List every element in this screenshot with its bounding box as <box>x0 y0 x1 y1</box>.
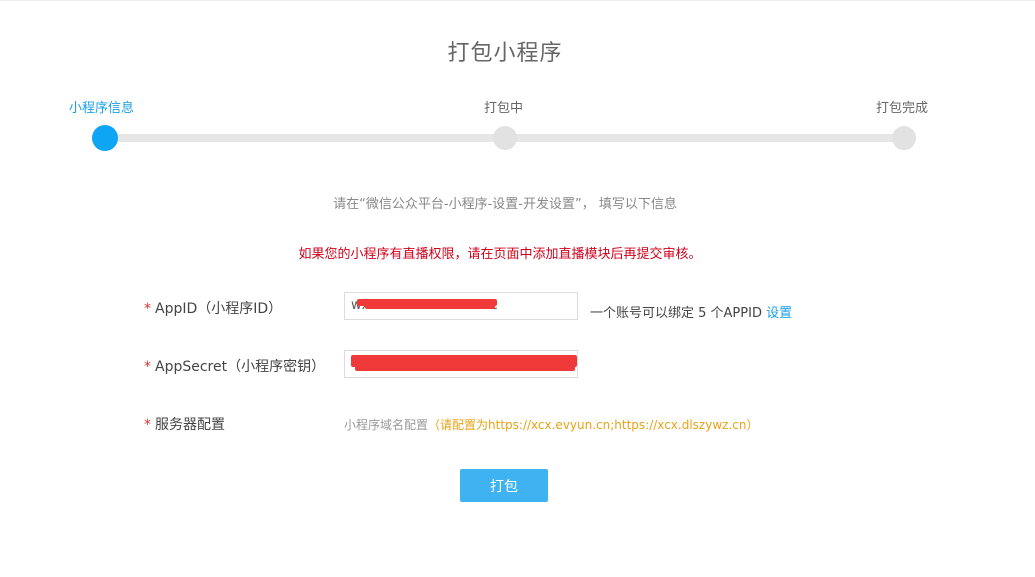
instruction-text: 请在“微信公众平台-小程序-设置-开发设置”， 填写以下信息 <box>333 197 677 212</box>
domain-config-text: 小程序域名配置 <box>344 418 429 432</box>
step-dot-packing <box>493 126 517 150</box>
appid-input[interactable]: wx5c8f2b4c5ec4d7f1c <box>344 292 578 320</box>
required-mark: * <box>144 301 151 317</box>
appid-note-text: 一个账号可以绑定 5 个APPID <box>590 306 762 321</box>
live-warning-text: 如果您的小程序有直播权限，请在页面中添加直播模块后再提交审核。 <box>298 247 702 262</box>
redaction-mark <box>355 365 575 371</box>
server-config-label: * 服务器配置 <box>144 414 225 434</box>
step-label-packing: 打包中 <box>484 101 524 116</box>
required-mark: * <box>144 359 151 375</box>
appsecret-label-text: AppSecret（小程序密钥） <box>155 359 326 375</box>
domain-config-highlight: （请配置为https://xcx.evyun.cn;https://xcx.dl… <box>428 418 759 432</box>
pack-miniprogram-page: 打包小程序 小程序信息 打包中 打包完成 请在“微信公众平台-小程序-设置-开发… <box>0 0 1035 577</box>
step-label-done: 打包完成 <box>876 101 929 116</box>
appsecret-input[interactable]: 3f0e4a6b8c2d1e9f7a5b3c1d0e8f6a4b <box>344 350 578 378</box>
step-label-info: 小程序信息 <box>69 101 135 116</box>
pack-button[interactable]: 打包 <box>460 469 548 502</box>
appid-label: * AppID（小程序ID） <box>144 298 282 318</box>
appsecret-label: * AppSecret（小程序密钥） <box>144 356 325 376</box>
server-config-label-text: 服务器配置 <box>155 417 225 433</box>
page-title: 打包小程序 <box>447 41 563 66</box>
appid-note: 一个账号可以绑定 5 个APPID 设置 <box>590 302 792 321</box>
required-mark: * <box>144 417 151 433</box>
step-dot-info <box>92 125 118 151</box>
redaction-mark <box>365 304 495 309</box>
appid-label-text: AppID（小程序ID） <box>155 301 283 317</box>
settings-link[interactable]: 设置 <box>766 306 792 321</box>
step-dot-done <box>892 126 916 150</box>
server-config-note: 小程序域名配置（请配置为https://xcx.evyun.cn;https:/… <box>344 416 758 433</box>
